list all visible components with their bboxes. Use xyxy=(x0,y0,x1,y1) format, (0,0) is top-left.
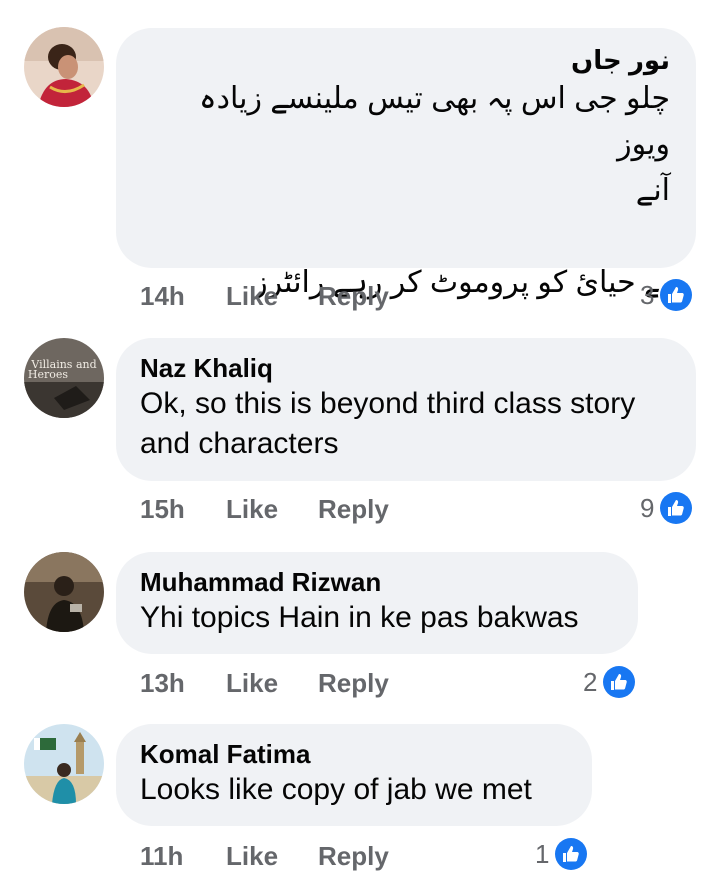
like-reaction-icon xyxy=(555,838,588,870)
comment-time[interactable]: 13h xyxy=(140,668,226,699)
reaction-count[interactable]: 1 xyxy=(535,838,588,870)
like-reaction-icon xyxy=(660,279,693,311)
comment-time[interactable]: 14h xyxy=(140,281,226,312)
avatar-logo-text: Heroes xyxy=(28,368,68,381)
woman-bride-avatar-icon xyxy=(24,27,104,107)
reply-button[interactable]: Reply xyxy=(318,841,389,872)
comment-actions: 11h Like Reply xyxy=(140,841,389,872)
comment-text: Looks like copy of jab we met xyxy=(140,773,532,806)
reply-button[interactable]: Reply xyxy=(318,494,389,525)
avatar[interactable] xyxy=(24,27,104,107)
comment-time[interactable]: 11h xyxy=(140,841,226,872)
comment-text-line: چلو جی اس پہ بھی تیس ملینسے زیادہ ویوز xyxy=(199,82,670,161)
comment-text-line: آنے xyxy=(635,174,670,207)
reply-button[interactable]: Reply xyxy=(318,281,389,312)
reaction-count[interactable]: 9 xyxy=(640,492,693,524)
avatar[interactable] xyxy=(24,724,104,804)
reply-button[interactable]: Reply xyxy=(318,668,389,699)
like-reaction-icon xyxy=(603,666,636,698)
comment-actions: 13h Like Reply xyxy=(140,668,389,699)
like-button[interactable]: Like xyxy=(226,841,318,872)
reaction-count-number: 1 xyxy=(535,838,550,869)
reaction-count[interactable]: 3 xyxy=(640,279,693,311)
like-button[interactable]: Like xyxy=(226,494,318,525)
comment-text-line xyxy=(140,214,670,260)
villains-heroes-avatar-icon: Villains and Heroes xyxy=(24,338,104,418)
comment-time[interactable]: 15h xyxy=(140,494,226,525)
comment-bubble: Muhammad Rizwan Yhi topics Hain in ke pa… xyxy=(116,552,638,654)
comment-author[interactable]: Muhammad Rizwan xyxy=(140,566,612,598)
woman-monument-avatar-icon xyxy=(24,724,104,804)
avatar[interactable] xyxy=(24,552,104,632)
comment-author[interactable]: Naz Khaliq xyxy=(140,352,670,384)
comment-actions: 14h Like Reply xyxy=(140,281,389,312)
comment-author[interactable]: نور جاں xyxy=(140,44,670,76)
comment-bubble: نور جاں چلو جی اس پہ بھی تیس ملینسے زیاد… xyxy=(116,28,696,299)
reaction-count-number: 3 xyxy=(640,279,655,310)
comment-text: Yhi topics Hain in ke pas bakwas xyxy=(140,601,579,634)
comment-bubble: Naz Khaliq Ok, so this is beyond third c… xyxy=(116,338,696,481)
like-button[interactable]: Like xyxy=(226,668,318,699)
man-photo-avatar-icon xyxy=(24,552,104,632)
avatar[interactable]: Villains and Heroes xyxy=(24,338,104,418)
reaction-count-number: 9 xyxy=(640,492,655,523)
comment-author[interactable]: Komal Fatima xyxy=(140,738,566,770)
like-button[interactable]: Like xyxy=(226,281,318,312)
reaction-count[interactable]: 2 xyxy=(583,666,636,698)
comment-bubble: Komal Fatima Looks like copy of jab we m… xyxy=(116,724,592,826)
comment-text: Ok, so this is beyond third class story … xyxy=(140,387,636,460)
comment-actions: 15h Like Reply xyxy=(140,494,389,525)
like-reaction-icon xyxy=(660,492,693,524)
reaction-count-number: 2 xyxy=(583,666,598,697)
